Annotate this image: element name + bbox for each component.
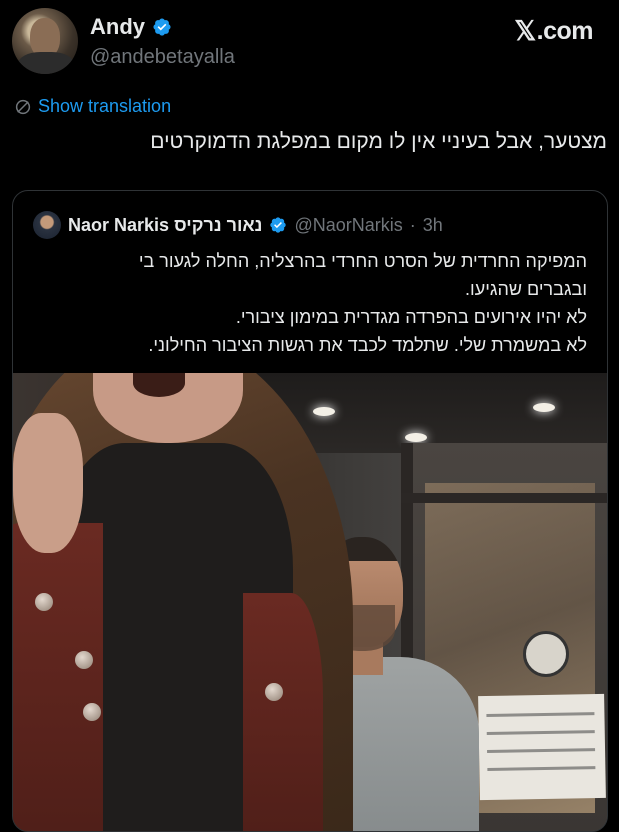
quoted-author-avatar[interactable] bbox=[33, 211, 61, 239]
jacket-button bbox=[75, 651, 93, 669]
quoted-text-line: לא יהיו אירועים בהפרדה מגדרית במימון ציב… bbox=[235, 307, 587, 327]
video-woman-hand bbox=[13, 413, 83, 553]
ceiling-light bbox=[533, 403, 555, 412]
quoted-text-line: ובגברים שהגיעו. bbox=[465, 279, 587, 299]
meta-separator: · bbox=[409, 214, 416, 235]
ceiling-light bbox=[405, 433, 427, 442]
sign-text-line bbox=[487, 748, 596, 753]
video-woman-jacket bbox=[13, 523, 103, 831]
video-wall-clock bbox=[523, 631, 569, 677]
sign-text-line bbox=[486, 712, 595, 717]
quoted-author-name[interactable]: Naor Narkis נאור נרקיס bbox=[68, 215, 262, 236]
author-handle[interactable]: @andebetayalla bbox=[90, 46, 235, 69]
tweet-header: Andy @andebetayalla 𝕏 .com bbox=[0, 0, 619, 90]
sign-text-line bbox=[486, 730, 595, 735]
tweet-text: מצטער, אבל בעיניי אין לו מקום במפלגת הדמ… bbox=[150, 130, 607, 153]
quoted-tweet-header: Naor Narkis נאור נרקיס @NaorNarkis · 3h bbox=[33, 211, 443, 239]
author-name[interactable]: Andy bbox=[90, 14, 145, 40]
video-door-frame bbox=[401, 493, 607, 503]
jacket-button bbox=[83, 703, 101, 721]
verified-badge-icon bbox=[153, 18, 171, 36]
quoted-author-handle[interactable]: @NaorNarkis bbox=[294, 215, 402, 236]
x-com-label: .com bbox=[536, 17, 594, 45]
video-woman-jacket bbox=[243, 593, 323, 831]
x-logo-icon: 𝕏 bbox=[514, 16, 536, 46]
quoted-video-media[interactable] bbox=[13, 373, 607, 831]
show-translation-label[interactable]: Show translation bbox=[38, 96, 171, 117]
video-door-sign bbox=[478, 693, 606, 801]
quoted-tweet[interactable]: Naor Narkis נאור נרקיס @NaorNarkis · 3h … bbox=[12, 190, 608, 832]
sign-text-line bbox=[487, 766, 596, 771]
quoted-verified-badge-icon bbox=[270, 217, 287, 233]
x-com-logo: 𝕏 .com bbox=[514, 16, 593, 47]
globe-translate-icon bbox=[15, 99, 31, 114]
quoted-tweet-text: המפיקה החרדית של הסרט החרדי בהרצליה, החל… bbox=[27, 247, 587, 359]
jacket-button bbox=[35, 593, 53, 611]
author-name-row[interactable]: Andy bbox=[90, 14, 172, 40]
show-translation-link[interactable]: Show translation bbox=[14, 96, 171, 117]
avatar-shirt bbox=[18, 52, 74, 74]
quoted-text-line: המפיקה החרדית של הסרט החרדי בהרצליה, החל… bbox=[138, 251, 587, 271]
jacket-button bbox=[265, 683, 283, 701]
author-avatar[interactable] bbox=[12, 8, 78, 74]
quoted-timestamp[interactable]: 3h bbox=[423, 215, 443, 236]
ceiling-light bbox=[313, 407, 335, 416]
quoted-text-line: לא במשמרת שלי. שתלמד לכבד את רגשות הציבו… bbox=[148, 335, 587, 355]
